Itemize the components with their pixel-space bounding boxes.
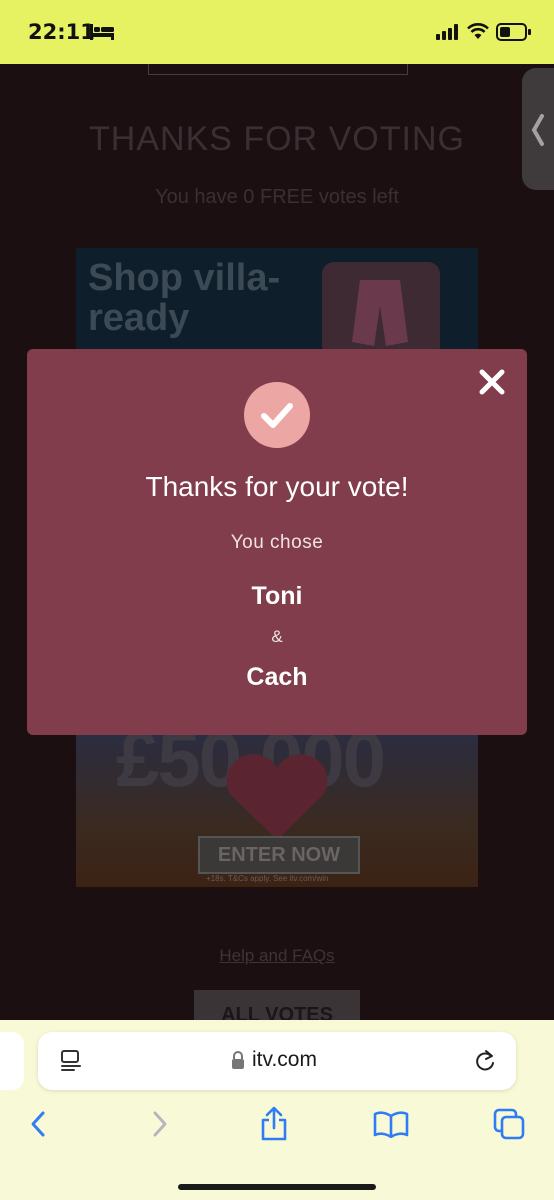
choice-second: Cach (246, 663, 308, 691)
top-box (148, 64, 408, 75)
choice-first: Toni (251, 582, 303, 610)
free-votes-text: You have 0 FREE votes left (155, 186, 399, 208)
ad-banner-top[interactable]: Shop villa-ready (76, 248, 478, 354)
reader-icon[interactable] (60, 1050, 84, 1072)
home-indicator (178, 1184, 376, 1190)
signal-icon (436, 24, 458, 40)
bookmarks-icon[interactable] (373, 1110, 409, 1138)
previous-tab[interactable] (0, 1032, 24, 1090)
page-title: THANKS FOR VOTING (89, 120, 465, 158)
modal-title: Thanks for your vote! (145, 471, 409, 502)
back-icon[interactable] (28, 1110, 50, 1138)
wifi-icon (467, 23, 489, 39)
ad-terms: +18s. T&Cs apply. See itv.com/win (206, 874, 329, 883)
close-icon[interactable] (479, 369, 505, 395)
modal-subtitle: You chose (230, 532, 324, 553)
ad-headline: Shop villa-ready (88, 257, 281, 339)
vote-confirmation-modal: Thanks for your vote! You chose Toni & C… (27, 349, 527, 735)
help-faqs-link[interactable]: Help and FAQs (0, 946, 554, 966)
address-bar[interactable]: itv.com (38, 1032, 516, 1090)
forward-icon[interactable] (148, 1110, 170, 1138)
status-bar: 22:11 (0, 0, 554, 64)
browser-chrome: itv.com (0, 1020, 554, 1200)
enter-now-button[interactable]: ENTER NOW (198, 836, 360, 874)
share-icon[interactable] (259, 1106, 289, 1142)
url-text: itv.com (252, 1048, 317, 1071)
ad-banner-bottom[interactable]: £50,000 ENTER NOW +18s. T&Cs apply. See … (76, 734, 478, 887)
heart-graphic (226, 754, 328, 840)
check-icon (244, 382, 310, 448)
battery-icon (496, 23, 531, 41)
all-votes-button[interactable]: ALL VOTES (194, 990, 360, 1022)
ad-product-image (322, 262, 440, 354)
tabs-icon[interactable] (493, 1108, 525, 1140)
reload-icon[interactable] (474, 1049, 496, 1073)
lock-icon (232, 1051, 244, 1069)
choice-separator: & (271, 627, 283, 646)
bed-icon (90, 24, 114, 40)
status-time: 22:11 (28, 20, 95, 44)
